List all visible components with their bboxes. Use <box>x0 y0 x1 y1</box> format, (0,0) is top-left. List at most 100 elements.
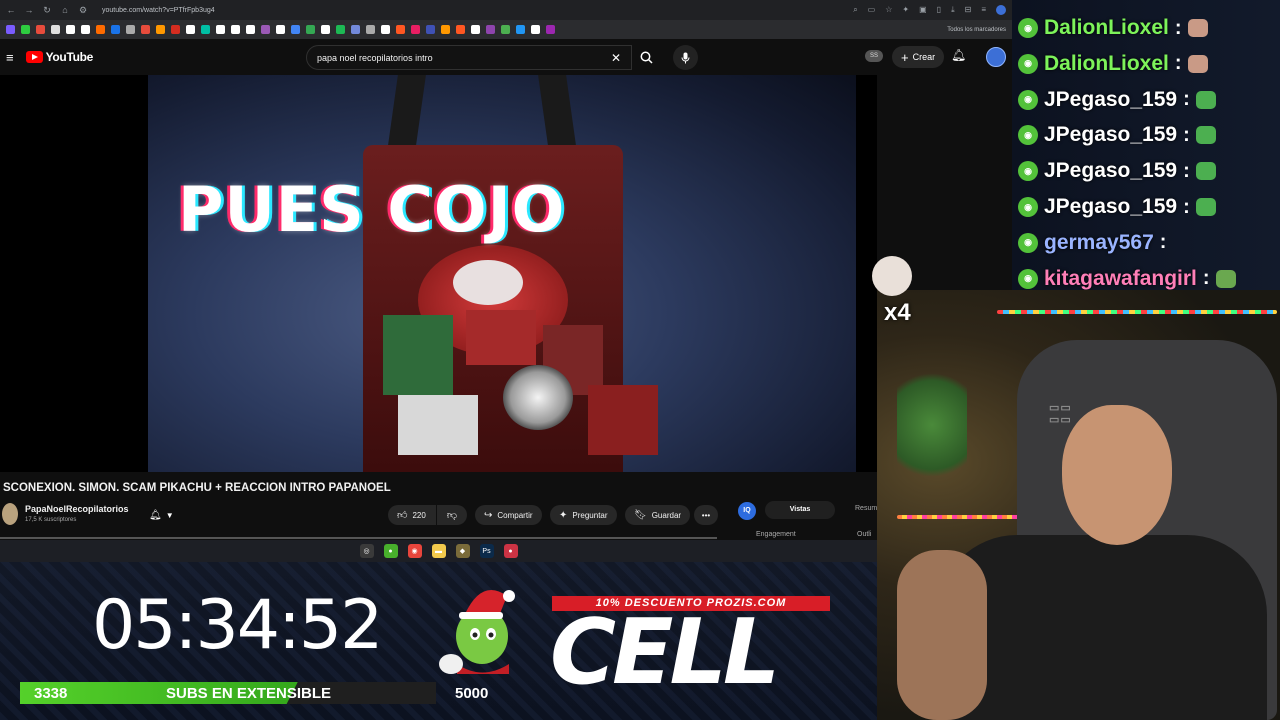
bookmark-favicon-icon[interactable] <box>396 25 405 34</box>
url-field[interactable]: youtube.com/watch?v=PTfrFpb3ug4 <box>102 7 215 14</box>
share-button[interactable]: ↪ Compartir <box>475 505 542 525</box>
bookmark-favicon-icon[interactable] <box>456 25 465 34</box>
dislike-button[interactable]: 👎︎ <box>437 505 467 525</box>
bookmark-favicon-icon[interactable] <box>336 25 345 34</box>
bookmark-favicon-icon[interactable] <box>156 25 165 34</box>
bookmark-favicon-icon[interactable] <box>36 25 45 34</box>
bookmark-favicon-icon[interactable] <box>276 25 285 34</box>
video-player[interactable]: PUES COJO <box>0 75 877 472</box>
account-avatar[interactable] <box>986 47 1006 67</box>
bookmark-favicon-icon[interactable] <box>51 25 60 34</box>
chat-username[interactable]: germay567 <box>1044 231 1154 255</box>
bookmark-favicon-icon[interactable] <box>501 25 510 34</box>
bookmark-favicon-icon[interactable] <box>426 25 435 34</box>
photoshop-icon[interactable]: Ps <box>479 544 494 558</box>
search-button[interactable] <box>631 45 661 70</box>
bookmark-favicon-icon[interactable] <box>171 25 180 34</box>
bookmark-favicon-icon[interactable] <box>351 25 360 34</box>
minecraft-icon[interactable]: ◆ <box>455 544 470 558</box>
bookmark-favicon-icon[interactable] <box>306 25 315 34</box>
subscription-bell-button[interactable]: 🔔︎ ▼ <box>143 505 180 525</box>
gift-alert: x4 <box>872 256 912 326</box>
profile-icon[interactable] <box>996 5 1006 15</box>
search-input[interactable]: papa noel recopilatorios intro <box>317 53 433 63</box>
bookmark-favicon-icon[interactable] <box>216 25 225 34</box>
sidebar-icon[interactable]: ▯ <box>937 5 941 15</box>
home-icon[interactable]: ⌂ <box>60 5 70 15</box>
video-frame[interactable] <box>148 75 856 472</box>
chat-emote-icon <box>1195 162 1216 181</box>
extensions-puzzle-icon[interactable]: ▣ <box>919 5 927 15</box>
bookmark-favicon-icon[interactable] <box>381 25 390 34</box>
bookmark-favicon-icon[interactable] <box>516 25 525 34</box>
search-box[interactable]: papa noel recopilatorios intro ✕ <box>306 45 632 70</box>
bookmark-favicon-icon[interactable] <box>546 25 555 34</box>
menu-lines-icon[interactable]: ≡ <box>981 5 986 15</box>
chat-username[interactable]: DalionLioxel <box>1044 16 1169 40</box>
chat-username[interactable]: JPegaso_159 <box>1044 195 1177 219</box>
notifications-bell-icon[interactable]: 🔔︎ <box>951 48 966 62</box>
like-button[interactable]: 👍︎ 220 <box>388 505 436 525</box>
bookmark-favicon-icon[interactable] <box>186 25 195 34</box>
cast-icon[interactable]: ▭ <box>868 5 876 15</box>
voice-search-button[interactable] <box>673 45 698 70</box>
chat-separator: : <box>1183 88 1190 111</box>
tab-search-icon[interactable]: ⊟ <box>965 5 972 15</box>
extension-icon[interactable]: ✦ <box>902 5 909 15</box>
ss-extension-badge[interactable]: SS <box>865 50 883 62</box>
bookmark-favicon-icon[interactable] <box>366 25 375 34</box>
back-icon[interactable]: ← <box>6 5 16 15</box>
bookmark-favicon-icon[interactable] <box>201 25 210 34</box>
chat-username[interactable]: DalionLioxel <box>1044 52 1169 76</box>
bookmark-favicon-icon[interactable] <box>66 25 75 34</box>
bookmark-favicon-icon[interactable] <box>141 25 150 34</box>
youtube-logo[interactable]: YouTube <box>25 50 93 64</box>
star-icon[interactable]: ☆ <box>885 5 892 15</box>
bookmark-favicon-icon[interactable] <box>441 25 450 34</box>
chat-username[interactable]: JPegaso_159 <box>1044 88 1177 112</box>
xbox-icon[interactable]: ● <box>383 544 398 558</box>
chat-badge-icon: ◉ <box>1018 53 1038 74</box>
more-actions-button[interactable]: ••• <box>694 505 718 525</box>
chrome-icon[interactable]: ◉ <box>407 544 422 558</box>
channel-name[interactable]: PapaNoelRecopilatorios <box>25 504 129 514</box>
folder-icon[interactable]: ▬ <box>431 544 446 558</box>
bookmark-favicon-icon[interactable] <box>21 25 30 34</box>
bookmark-favicon-icon[interactable] <box>231 25 240 34</box>
bookmark-favicon-icon[interactable] <box>96 25 105 34</box>
discord-icon[interactable]: ● <box>503 544 518 558</box>
channel-avatar[interactable] <box>2 503 18 525</box>
bookmark-favicon-icon[interactable] <box>246 25 255 34</box>
zoom-icon[interactable]: ⌕ <box>853 5 857 15</box>
chat-username[interactable]: kitagawafangirl <box>1044 267 1197 290</box>
bookmark-favicon-icon[interactable] <box>411 25 420 34</box>
bookmark-favicon-icon[interactable] <box>126 25 135 34</box>
vidiq-badge[interactable]: IQ <box>738 502 756 520</box>
download-icon[interactable]: ⤓ <box>951 5 955 15</box>
create-button[interactable]: + Crear <box>892 46 945 68</box>
mascot-cell-santa-image <box>439 590 515 674</box>
tab-vistas[interactable]: Vistas <box>765 501 835 519</box>
chat-username[interactable]: JPegaso_159 <box>1044 123 1177 147</box>
forward-icon[interactable]: → <box>24 5 34 15</box>
bookmark-favicon-icon[interactable] <box>321 25 330 34</box>
ask-button[interactable]: ✦ Preguntar <box>550 505 617 525</box>
bookmark-favicon-icon[interactable] <box>471 25 480 34</box>
bookmark-favicon-icon[interactable] <box>486 25 495 34</box>
bookmark-favicon-icon[interactable] <box>291 25 300 34</box>
bookmark-favicon-icon[interactable] <box>531 25 540 34</box>
all-bookmarks-link[interactable]: Todos los marcadores <box>947 27 1006 33</box>
site-info-icon[interactable]: ⚙ <box>78 5 88 16</box>
stream-chat: ◉ DalionLioxel: ◉ DalionLioxel: ◉ JPegaso_159… <box>1012 0 1280 290</box>
bookmark-favicon-icon[interactable] <box>81 25 90 34</box>
hamburger-menu-icon[interactable]: ≡ <box>6 50 14 65</box>
bookmark-favicon-icon[interactable] <box>111 25 120 34</box>
chat-username[interactable]: JPegaso_159 <box>1044 159 1177 183</box>
obs-icon[interactable]: ◎ <box>359 544 374 558</box>
tab-resumen[interactable]: Resum <box>855 505 877 512</box>
save-button[interactable]: 🔖︎ Guardar <box>625 505 691 525</box>
clear-search-icon[interactable]: ✕ <box>611 51 621 65</box>
bookmark-favicon-icon[interactable] <box>261 25 270 34</box>
bookmark-favicon-icon[interactable] <box>6 25 15 34</box>
reload-icon[interactable]: ↻ <box>42 5 52 16</box>
